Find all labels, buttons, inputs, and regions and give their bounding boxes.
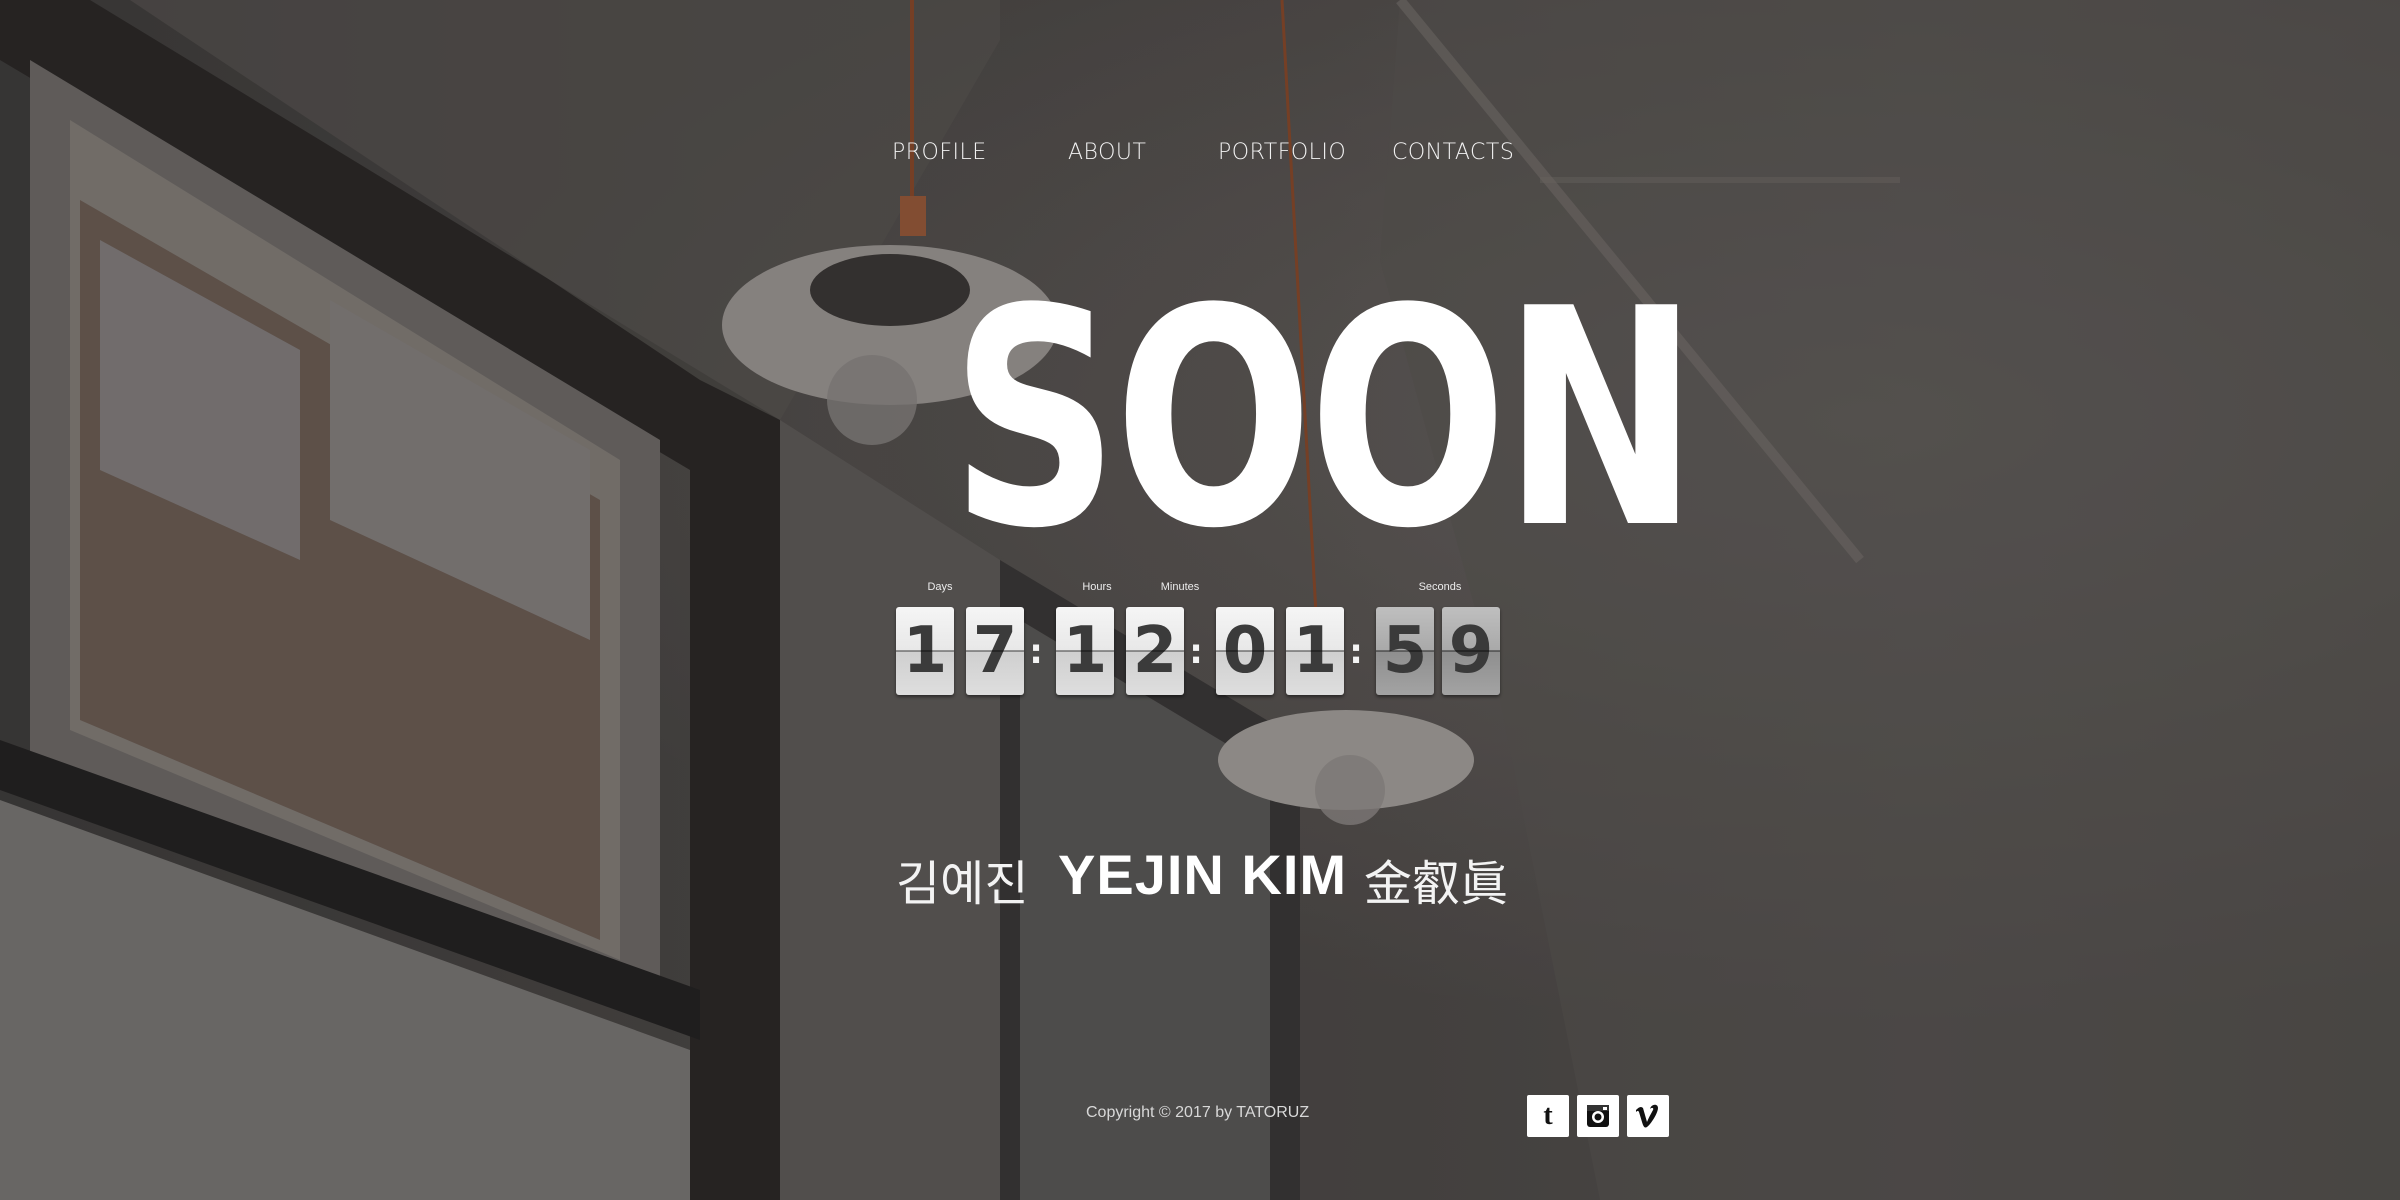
owner-name: 김예진 YEJIN KIM 金叡眞	[890, 838, 1530, 912]
seconds-digit-2: 9	[1442, 607, 1500, 695]
copyright-text: Copyright © 2017 by TATORUZ	[1086, 1104, 1310, 1121]
minutes-digit-1: 0	[1216, 607, 1274, 695]
nav-about[interactable]: ABOUT	[1068, 140, 1146, 165]
hours-digit-1: 1	[1056, 607, 1114, 695]
nav-profile[interactable]: PROFILE	[892, 140, 987, 165]
nav-contacts[interactable]: CONTACTS	[1392, 140, 1514, 165]
tumblr-link[interactable]: t	[1527, 1095, 1569, 1137]
countdown-separator: :	[1029, 632, 1043, 672]
tumblr-icon: t	[1543, 1100, 1553, 1131]
hours-label: Hours	[1082, 581, 1112, 593]
vimeo-link[interactable]	[1627, 1095, 1669, 1137]
vimeo-icon	[1636, 1104, 1658, 1128]
countdown-separator: :	[1349, 632, 1363, 672]
page-title: SOON	[950, 245, 1698, 594]
countdown-separator: :	[1189, 632, 1203, 672]
instagram-link[interactable]	[1577, 1095, 1619, 1137]
days-label: Days	[927, 581, 953, 593]
countdown-labels: Days Hours Minutes Seconds	[895, 581, 1507, 597]
days-digit-2: 7	[966, 607, 1024, 695]
minutes-digit-2: 1	[1286, 607, 1344, 695]
coming-soon-page: PROFILE ABOUT PORTFOLIO CONTACTS SOON Da…	[0, 0, 2400, 1200]
hours-digit-2: 2	[1126, 607, 1184, 695]
nav-portfolio[interactable]: PORTFOLIO	[1218, 140, 1346, 165]
main-nav: PROFILE ABOUT PORTFOLIO CONTACTS	[860, 140, 1520, 180]
dark-overlay	[0, 0, 2400, 1200]
instagram-icon	[1587, 1105, 1609, 1127]
seconds-label: Seconds	[1418, 581, 1462, 593]
name-korean: 김예진	[896, 856, 1029, 912]
seconds-digit-1: 5	[1376, 607, 1434, 695]
minutes-label: Minutes	[1160, 581, 1200, 593]
name-english: YEJIN KIM	[1058, 843, 1348, 906]
days-digit-1: 1	[896, 607, 954, 695]
name-hanja: 金叡眞	[1364, 856, 1509, 912]
